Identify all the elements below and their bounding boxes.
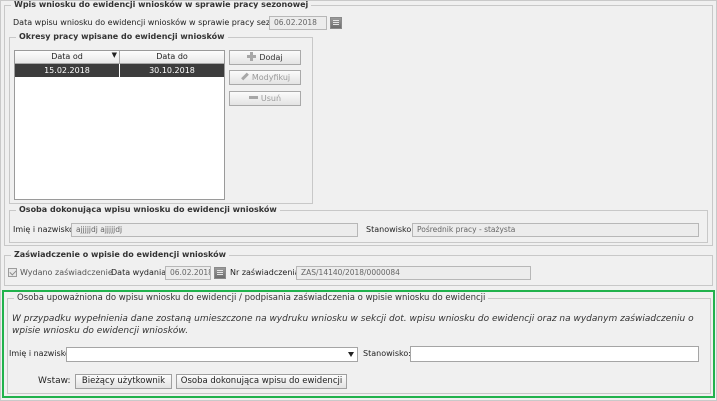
current-user-button[interactable]: Bieżący użytkownik bbox=[75, 374, 172, 389]
add-button[interactable]: Dodaj bbox=[229, 50, 301, 65]
calendar-icon[interactable] bbox=[330, 17, 342, 29]
section-application-entry-title: Wpis wniosku do ewidencji wniosków w spr… bbox=[14, 0, 309, 9]
chevron-down-icon[interactable] bbox=[348, 352, 354, 357]
column-header-date-from-label: Data od bbox=[51, 52, 83, 61]
pencil-icon bbox=[240, 72, 249, 81]
plus-icon bbox=[247, 52, 257, 61]
add-button-label: Dodaj bbox=[259, 53, 283, 62]
periods-group-title: Okresy pracy wpisane do ewidencji wniosk… bbox=[19, 32, 225, 41]
entry-person-button[interactable]: Osoba dokonująca wpisu do ewidencji bbox=[176, 374, 347, 389]
entry-person-position-label: Stanowisko: bbox=[366, 225, 414, 234]
entry-person-group-title: Osoba dokonująca wpisu wniosku do ewiden… bbox=[19, 205, 277, 214]
modify-button[interactable]: Modyfikuj bbox=[229, 70, 301, 85]
entry-date-label: Data wpisu wniosku do ewidencji wniosków… bbox=[13, 18, 302, 27]
periods-table[interactable]: Data od ▼ Data do 15.02.2018 30.10.2018 bbox=[14, 50, 225, 200]
authorized-person-name-label: Imię i nazwisko: bbox=[9, 349, 73, 358]
certificate-issued-checkbox[interactable] bbox=[8, 268, 17, 277]
sort-arrow-icon: ▼ bbox=[111, 51, 117, 59]
entry-person-name-field[interactable]: ajjjjjdj ajjjjjdj bbox=[71, 223, 358, 237]
issue-date-label: Data wydania: bbox=[111, 268, 169, 277]
insert-label: Wstaw: bbox=[38, 376, 71, 386]
minus-icon bbox=[248, 93, 258, 102]
delete-button-label: Usuń bbox=[260, 94, 282, 103]
modify-button-label: Modyfikuj bbox=[251, 73, 291, 82]
certificate-number-field[interactable]: ZAS/14140/2018/0000084 bbox=[296, 266, 531, 280]
authorized-person-position-input[interactable] bbox=[410, 346, 699, 362]
table-cell-date-to[interactable]: 30.10.2018 bbox=[120, 64, 224, 77]
calendar-icon[interactable] bbox=[214, 267, 226, 279]
delete-button[interactable]: Usuń bbox=[229, 91, 301, 106]
entry-person-name-label: Imię i nazwisko: bbox=[13, 225, 77, 234]
authorized-person-info-text: W przypadku wypełnienia dane zostaną umi… bbox=[12, 314, 694, 336]
certificate-group-title: Zaświadczenie o wpisie do ewidencji wnio… bbox=[14, 250, 227, 259]
entry-person-position-field[interactable]: Pośrednik pracy - stażysta bbox=[412, 223, 699, 237]
certificate-number-label: Nr zaświadczenia: bbox=[230, 268, 303, 277]
column-header-date-to[interactable]: Data do bbox=[120, 51, 224, 64]
entry-date-field[interactable]: 06.02.2018 bbox=[269, 16, 327, 30]
authorized-person-group-title: Osoba upoważniona do wpisu wniosku do ew… bbox=[17, 293, 486, 303]
table-cell-date-from[interactable]: 15.02.2018 bbox=[15, 64, 120, 77]
authorized-person-name-select[interactable] bbox=[66, 347, 358, 362]
column-header-date-from[interactable]: Data od ▼ bbox=[15, 51, 120, 64]
authorized-person-position-label: Stanowisko: bbox=[363, 349, 411, 358]
certificate-issued-label: Wydano zaświadczenie bbox=[20, 268, 113, 277]
issue-date-field[interactable]: 06.02.2018 bbox=[165, 266, 211, 280]
